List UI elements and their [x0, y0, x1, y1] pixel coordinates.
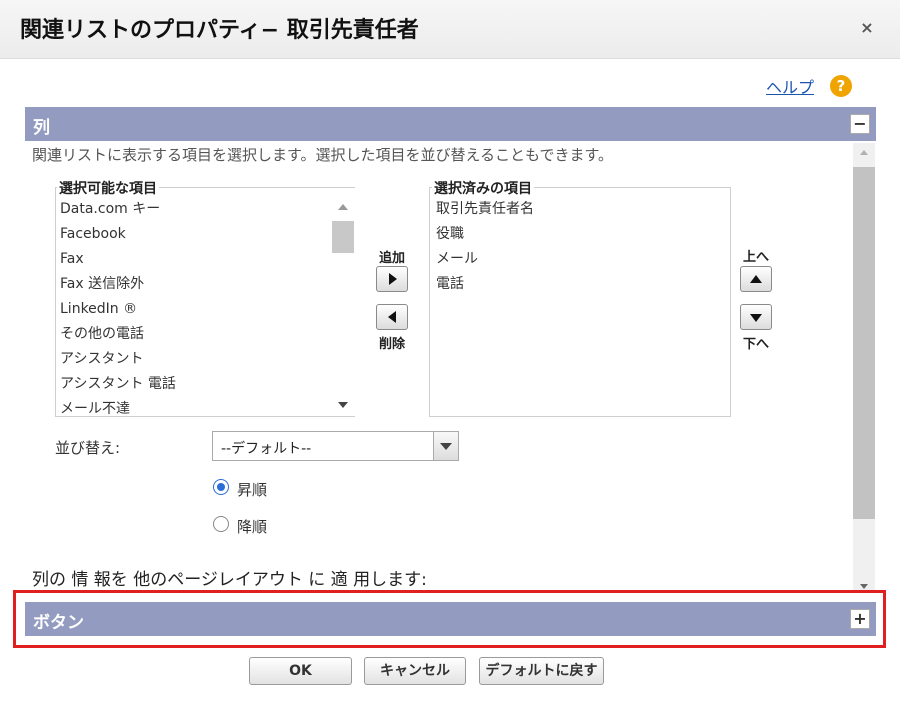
scroll-down-icon[interactable] — [860, 584, 868, 589]
list-item[interactable]: Fax 送信除外 — [60, 272, 330, 297]
scroll-down-icon[interactable] — [338, 402, 348, 408]
collapse-icon[interactable]: − — [850, 114, 870, 134]
section-scrollbar-thumb[interactable] — [853, 167, 875, 519]
remove-label: 削除 — [378, 337, 405, 352]
help-link[interactable]: ヘルプ — [766, 74, 814, 98]
descending-label: 降順 — [237, 518, 268, 536]
cancel-button[interactable]: キャンセル — [364, 657, 466, 685]
list-item[interactable]: アシスタント — [60, 347, 330, 372]
up-label: 上へ — [742, 250, 769, 265]
ascending-radio[interactable] — [213, 479, 229, 495]
restore-default-button[interactable]: デフォルトに戻す — [479, 657, 604, 685]
selected-fields-label: 選択済みの項目 — [432, 178, 534, 198]
sort-select-value: --デフォルト-- — [221, 441, 312, 457]
arrow-left-icon — [388, 311, 396, 323]
list-item[interactable]: 電話 — [436, 272, 716, 297]
columns-instruction: 関連リストに表示する項目を選択します。選択した項目を並び替えることもできます。 — [32, 146, 613, 164]
list-item[interactable]: Facebook — [60, 222, 330, 247]
available-scrollbar-thumb[interactable] — [332, 221, 354, 253]
dialog-title: 関連リストのプロパティ− 取引先責任者 — [20, 18, 419, 43]
available-fields-label: 選択可能な項目 — [57, 178, 159, 198]
highlight-box — [13, 590, 886, 648]
add-label: 追加 — [378, 251, 405, 266]
list-item[interactable]: メール不達 — [60, 397, 330, 422]
move-up-button[interactable] — [740, 266, 772, 292]
arrow-right-icon — [389, 273, 397, 285]
available-scrollbar[interactable] — [332, 196, 354, 416]
down-label: 下へ — [742, 337, 769, 352]
remove-button[interactable] — [376, 304, 408, 330]
sort-select[interactable]: --デフォルト-- — [212, 431, 459, 461]
sort-label: 並び替え: — [55, 439, 121, 457]
list-item[interactable]: 役職 — [436, 222, 716, 247]
available-fields-list: Data.com キー Facebook Fax Fax 送信除外 Linked… — [60, 197, 330, 422]
list-item[interactable]: その他の電話 — [60, 322, 330, 347]
selected-fields-list: 取引先責任者名 役職 メール 電話 — [436, 197, 716, 297]
list-item[interactable]: アシスタント 電話 — [60, 372, 330, 397]
move-down-button[interactable] — [740, 304, 772, 330]
apply-to-layouts-label: 列の 情 報を 他のページレイアウト に 適 用します: — [32, 570, 427, 590]
add-button[interactable] — [376, 266, 408, 292]
list-item[interactable]: メール — [436, 247, 716, 272]
list-item[interactable]: Data.com キー — [60, 197, 330, 222]
arrow-up-icon — [750, 275, 762, 283]
section-scrollbar[interactable] — [853, 143, 875, 591]
list-item[interactable]: 取引先責任者名 — [436, 197, 716, 222]
close-icon[interactable]: × — [856, 17, 878, 39]
chevron-down-icon[interactable] — [433, 432, 458, 460]
arrow-down-icon — [750, 314, 762, 322]
list-item[interactable]: LinkedIn ® — [60, 297, 330, 322]
help-icon[interactable]: ? — [830, 75, 852, 97]
scroll-up-icon[interactable] — [860, 150, 868, 155]
columns-section-title: 列 — [33, 118, 50, 138]
list-item[interactable]: Fax — [60, 247, 330, 272]
descending-radio[interactable] — [213, 516, 229, 532]
ok-button[interactable]: OK — [249, 657, 352, 685]
columns-section-header: 列 − — [25, 107, 876, 141]
scroll-up-icon[interactable] — [338, 204, 348, 210]
ascending-label: 昇順 — [237, 481, 268, 499]
